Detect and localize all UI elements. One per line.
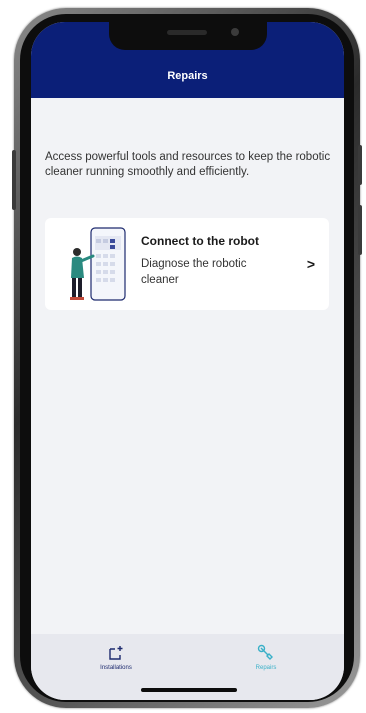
page-title: Repairs	[167, 70, 208, 82]
connect-robot-card[interactable]: Connect to the robot Diagnose the roboti…	[45, 218, 329, 310]
tab-repairs-label: Repairs	[255, 665, 277, 671]
intro-text: Access powerful tools and resources to k…	[45, 151, 331, 178]
app-screen: Repairs Access powerful tools and resour…	[31, 22, 344, 700]
phone-notch	[109, 22, 267, 50]
speaker	[167, 30, 207, 35]
tab-repairs[interactable]: Repairs	[221, 644, 311, 671]
chevron-right-icon: >	[306, 256, 315, 272]
home-indicator	[141, 688, 237, 692]
robot-connect-illustration-icon	[70, 227, 126, 301]
tab-installations-label: Installations	[100, 665, 132, 671]
card-title: Connect to the robot	[141, 234, 259, 248]
side-button-left	[12, 150, 16, 210]
bottom-tab-bar: Installations Repairs	[31, 634, 344, 700]
card-description: Diagnose the robotic cleaner	[141, 258, 247, 286]
installations-icon	[109, 646, 123, 660]
camera	[231, 28, 239, 36]
side-button-right	[358, 145, 362, 185]
tab-installations[interactable]: Installations	[71, 644, 161, 671]
wrench-icon	[257, 644, 273, 660]
app-header: Repairs	[31, 22, 344, 98]
side-button-right-lower	[358, 205, 362, 255]
